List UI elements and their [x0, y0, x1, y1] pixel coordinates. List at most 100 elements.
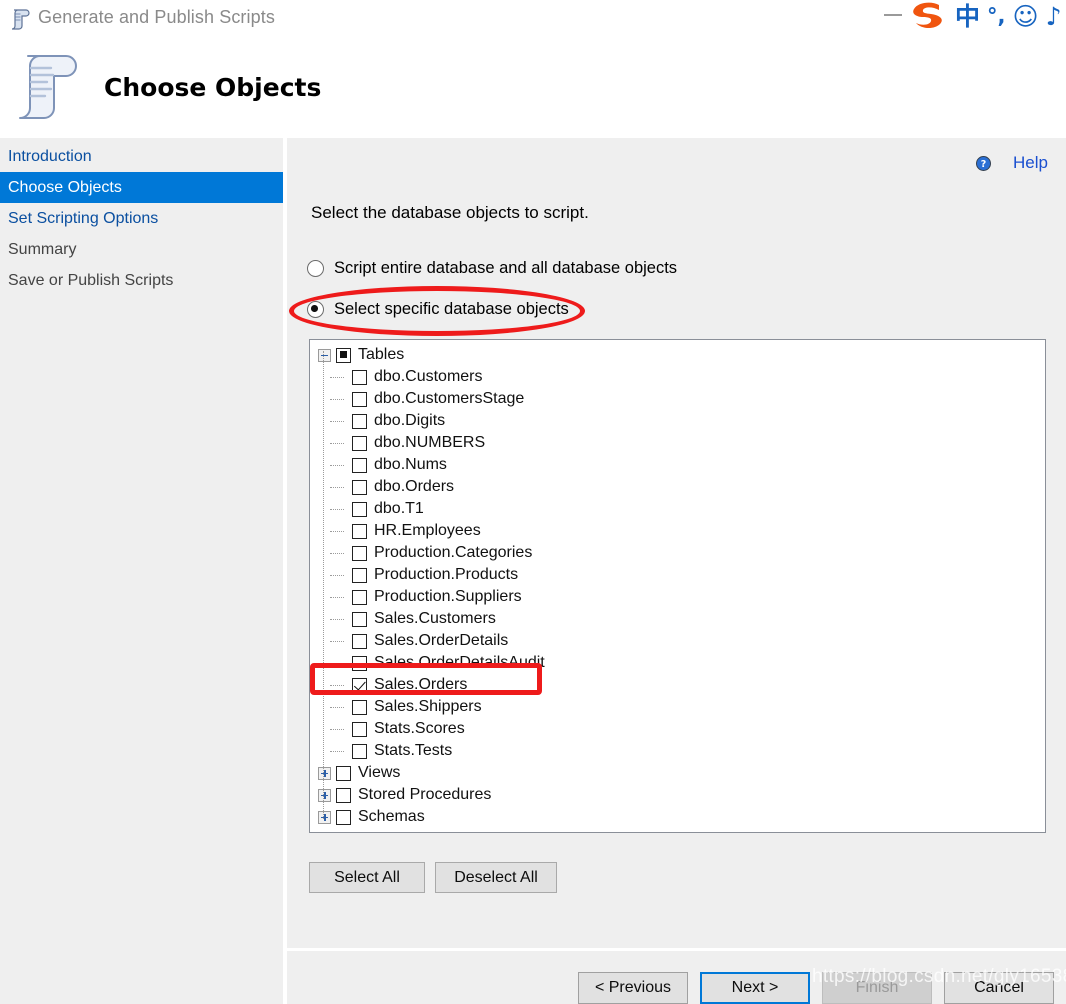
script-scroll-icon — [10, 8, 32, 32]
select-all-button[interactable]: Select All — [309, 862, 425, 893]
tree-node[interactable]: Stored Procedures — [316, 784, 1045, 806]
tree-node[interactable]: Production.Categories — [316, 542, 1045, 564]
checkbox-unchecked-icon[interactable] — [352, 413, 367, 429]
object-tree[interactable]: Tables dbo.Customers dbo.CustomersStage dbo… — [310, 340, 1045, 828]
radio-script-entire-database[interactable]: Script entire database and all database … — [307, 259, 677, 278]
previous-button[interactable]: < Previous — [578, 972, 688, 1004]
tree-node[interactable]: dbo.CustomersStage — [316, 388, 1045, 410]
ime-toolbar[interactable]: 中 °, ☺ ♪ — [908, 0, 1064, 32]
ime-emoji-icon[interactable]: ☺ — [1013, 4, 1039, 29]
collapse-minus-icon[interactable] — [318, 348, 331, 362]
footer-bar: < Previous Next > Finish Cancel — [287, 951, 1066, 1004]
checkbox-mixed-icon[interactable] — [336, 347, 351, 363]
expand-plus-icon[interactable] — [318, 810, 331, 824]
tree-connector — [330, 685, 344, 686]
checkbox-unchecked-icon[interactable] — [352, 457, 367, 473]
tree-node-label: Production.Suppliers — [374, 588, 522, 605]
tree-node-label: Views — [358, 764, 401, 781]
checkbox-unchecked-icon[interactable] — [352, 435, 367, 451]
checkbox-unchecked-icon[interactable] — [352, 721, 367, 737]
next-button[interactable]: Next > — [700, 972, 810, 1004]
cancel-button[interactable]: Cancel — [944, 972, 1054, 1004]
checkbox-unchecked-icon[interactable] — [352, 633, 367, 649]
tree-node-label: Schemas — [358, 808, 425, 825]
tree-node[interactable]: Stats.Tests — [316, 740, 1045, 762]
tree-connector — [330, 575, 344, 576]
tree-node[interactable]: dbo.Orders — [316, 476, 1045, 498]
checkbox-unchecked-icon[interactable] — [352, 501, 367, 517]
minimize-button[interactable] — [884, 14, 902, 16]
ime-extra-icon[interactable]: ♪ — [1046, 4, 1064, 29]
tree-node-label: Production.Products — [374, 566, 519, 583]
expand-plus-icon[interactable] — [318, 766, 331, 780]
checkbox-unchecked-icon[interactable] — [352, 743, 367, 759]
deselect-all-button[interactable]: Deselect All — [435, 862, 557, 893]
checkbox-unchecked-icon[interactable] — [352, 699, 367, 715]
sidebar-item-set-scripting-options[interactable]: Set Scripting Options — [0, 203, 283, 234]
tree-node[interactable]: dbo.Customers — [316, 366, 1045, 388]
tree-node-label: Sales.OrderDetailsAudit — [374, 654, 545, 671]
checkbox-unchecked-icon[interactable] — [352, 567, 367, 583]
tree-node-label: Stats.Tests — [374, 742, 453, 759]
tree-connector — [330, 663, 344, 664]
script-scroll-large-icon — [14, 50, 84, 126]
finish-button: Finish — [822, 972, 932, 1004]
checkbox-unchecked-icon[interactable] — [352, 369, 367, 385]
ime-language-mode[interactable]: 中 — [955, 4, 980, 29]
tree-node[interactable]: Views — [316, 762, 1045, 784]
tree-connector — [330, 751, 344, 752]
checkbox-unchecked-icon[interactable] — [352, 391, 367, 407]
checkbox-unchecked-icon[interactable] — [352, 611, 367, 627]
tree-node[interactable]: Production.Products — [316, 564, 1045, 586]
radio-button-unselected-icon[interactable] — [307, 260, 324, 277]
tree-node[interactable]: HR.Employees — [316, 520, 1045, 542]
tree-node[interactable]: Sales.OrderDetails — [316, 630, 1045, 652]
radio-label-select-specific-objects: Select specific database objects — [334, 300, 569, 318]
instruction-text: Select the database objects to script. — [311, 203, 589, 222]
tree-node[interactable]: Sales.Customers — [316, 608, 1045, 630]
sidebar-item-save-or-publish-scripts[interactable]: Save or Publish Scripts — [0, 265, 283, 296]
help-question-icon[interactable]: ? — [976, 155, 992, 171]
tree-node[interactable]: Sales.Orders — [316, 674, 1045, 696]
checkbox-checked-icon[interactable] — [352, 677, 367, 693]
checkbox-unchecked-icon[interactable] — [352, 545, 367, 561]
tree-node[interactable]: dbo.Nums — [316, 454, 1045, 476]
checkbox-unchecked-icon[interactable] — [352, 655, 367, 671]
tree-node-label: Sales.Shippers — [374, 698, 482, 715]
sidebar-item-introduction[interactable]: Introduction — [0, 141, 283, 172]
checkbox-unchecked-icon[interactable] — [352, 523, 367, 539]
checkbox-unchecked-icon[interactable] — [352, 479, 367, 495]
tree-connector — [330, 421, 344, 422]
checkbox-unchecked-icon[interactable] — [336, 765, 351, 781]
checkbox-unchecked-icon[interactable] — [352, 589, 367, 605]
sogou-logo-icon[interactable] — [908, 1, 948, 31]
tree-node[interactable]: Tables — [316, 344, 1045, 366]
tree-connector — [330, 531, 344, 532]
tree-node[interactable]: Sales.Shippers — [316, 696, 1045, 718]
help-label[interactable]: Help — [1013, 153, 1048, 173]
tree-node[interactable]: dbo.Digits — [316, 410, 1045, 432]
tree-connector — [330, 399, 344, 400]
tree-node[interactable]: Schemas — [316, 806, 1045, 828]
tree-node[interactable]: Sales.OrderDetailsAudit — [316, 652, 1045, 674]
object-tree-panel[interactable]: Tables dbo.Customers dbo.CustomersStage dbo… — [309, 339, 1046, 833]
tree-node[interactable]: Production.Suppliers — [316, 586, 1045, 608]
tree-connector — [330, 487, 344, 488]
sidebar-item-summary[interactable]: Summary — [0, 234, 283, 265]
tree-connector — [330, 641, 344, 642]
radio-select-specific-objects[interactable]: Select specific database objects — [307, 300, 569, 319]
ime-punctuation-toggle[interactable]: °, — [987, 5, 1005, 27]
expand-plus-icon[interactable] — [318, 788, 331, 802]
radio-button-selected-icon[interactable] — [307, 301, 324, 318]
tree-node[interactable]: dbo.T1 — [316, 498, 1045, 520]
tree-node[interactable]: Stats.Scores — [316, 718, 1045, 740]
tree-node-label: dbo.Orders — [374, 478, 455, 495]
checkbox-unchecked-icon[interactable] — [336, 809, 351, 825]
checkbox-unchecked-icon[interactable] — [336, 787, 351, 803]
tree-node-label: dbo.Digits — [374, 412, 446, 429]
tree-connector — [330, 729, 344, 730]
tree-node[interactable]: dbo.NUMBERS — [316, 432, 1045, 454]
help-link[interactable]: ? Help — [976, 153, 1048, 173]
wizard-steps-sidebar: Introduction Choose Objects Set Scriptin… — [0, 141, 283, 1004]
sidebar-item-choose-objects[interactable]: Choose Objects — [0, 172, 283, 203]
